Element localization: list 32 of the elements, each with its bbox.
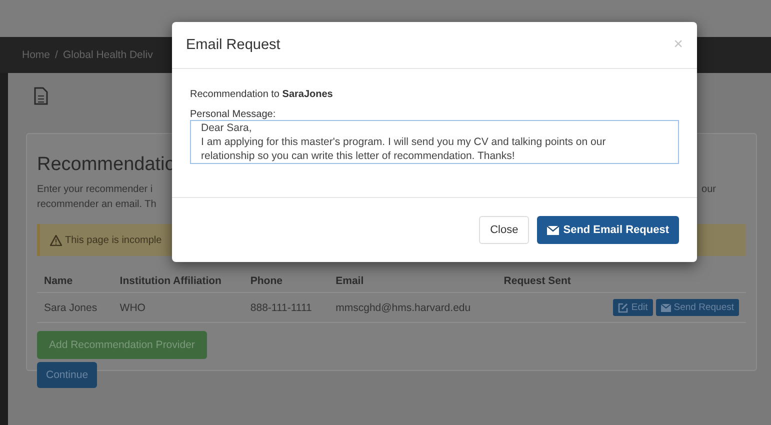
document-icon: [34, 87, 48, 105]
column-header: Email: [328, 270, 497, 292]
table-cell: 888-111-1111: [243, 292, 329, 322]
column-header: Phone: [243, 270, 329, 292]
intro-text: our: [702, 183, 717, 197]
table-cell: Sara Jones: [37, 292, 113, 322]
envelope-icon: [660, 304, 671, 312]
continue-button[interactable]: Continue: [37, 362, 98, 388]
send-request-button[interactable]: Send Request: [656, 299, 739, 316]
intro-text: recommender an email. Th: [37, 198, 156, 212]
edit-button[interactable]: Edit: [613, 299, 653, 316]
table-cell: WHO: [112, 292, 244, 322]
add-provider-button[interactable]: Add Recommendation Provider: [37, 331, 207, 359]
breadcrumb-separator: /: [55, 49, 58, 61]
breadcrumb-link[interactable]: Global Health Deliv: [62, 49, 153, 61]
column-header: Name: [37, 270, 113, 292]
column-header: Request Sent: [496, 270, 588, 292]
alert-text: This page is incomple: [65, 234, 162, 246]
message-field[interactable]: Dear Sara, I am applying for this master's program. I will send you my CV and talking points on our relationship so you can write this letter of recommendation. Thanks!: [190, 120, 679, 164]
recipient-text: Recommendation to SaraJones: [190, 89, 334, 100]
close-button[interactable]: Close: [479, 216, 530, 244]
intro-text: Enter your recommender i: [37, 183, 154, 197]
section-heading: Recommendatio: [37, 154, 176, 176]
edit-icon: [618, 302, 628, 312]
send-email-request-button[interactable]: Send Email Request: [537, 216, 679, 244]
breadcrumb-link[interactable]: Home: [22, 49, 50, 61]
envelope-icon: [547, 226, 560, 234]
warning-icon: [50, 234, 62, 246]
column-header: Institution Affiliation: [112, 270, 244, 292]
dialog-title: Email Request: [186, 37, 280, 53]
table-cell: mmscghd@hms.harvard.edu: [328, 292, 497, 322]
message-label: Personal Message:: [190, 109, 277, 120]
